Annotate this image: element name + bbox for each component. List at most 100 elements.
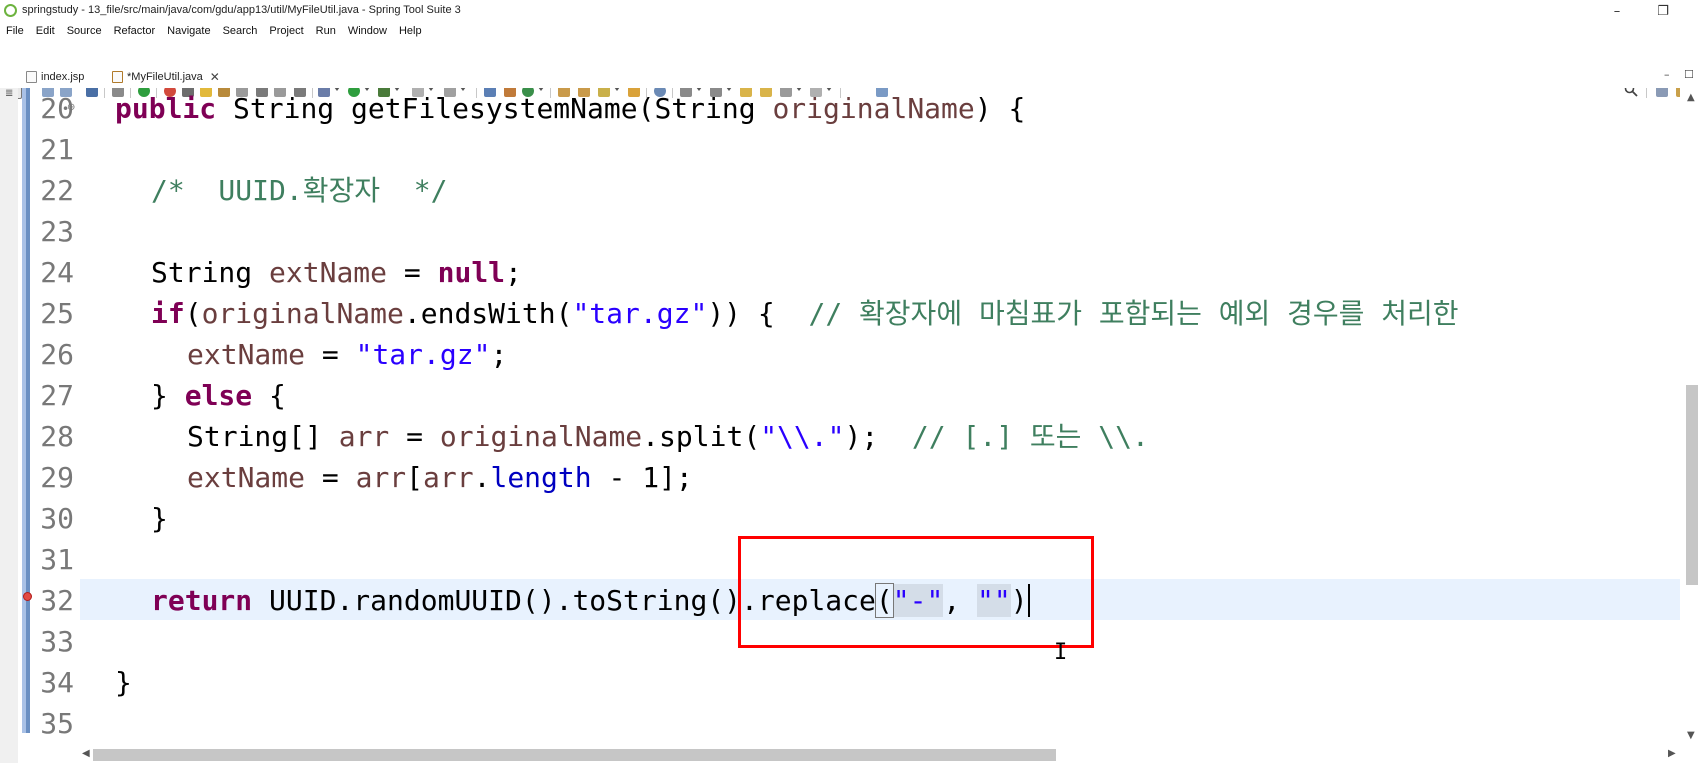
code-text: } [115,666,132,699]
code-text: } [151,502,168,535]
close-icon[interactable]: ✕ [210,70,220,84]
tab-index-jsp[interactable]: index.jsp [26,67,84,86]
line-number: 28 [40,420,74,453]
variable: extName [187,338,306,371]
maximize-editor-icon[interactable]: ☐ [1684,68,1694,81]
window-title-bar: springstudy - 13_file/src/main/java/com/… [0,0,1698,22]
scroll-up-icon[interactable]: ▲ [1687,92,1695,103]
tab-myfileutil-java[interactable]: *MyFileUtil.java ✕ [112,67,220,86]
variable: extName [269,256,388,289]
editor-tab-bar [0,64,1698,88]
code-line-22[interactable]: /* UUID.확장자 */ [151,170,447,211]
code-text: )) { [707,297,809,330]
code-text: = [305,338,356,371]
keyword: public [115,92,217,125]
code-line-27[interactable]: } else { [151,375,286,416]
variable: originalName [439,420,643,453]
code-text: } [151,379,185,412]
variable: extName [187,461,306,494]
menu-source[interactable]: Source [67,25,102,37]
comment: /* UUID.확장자 */ [151,174,448,207]
code-text: ; [505,256,522,289]
line-number: 25 [40,297,74,330]
code-text: ( [184,297,202,330]
code-line-28[interactable]: String[] arr = originalName.split("\\.")… [187,416,1149,457]
red-highlight-box [738,536,1094,648]
outline-view-icon[interactable]: ≣ [5,88,13,99]
code-line-25[interactable]: if(originalName.endsWith("tar.gz")) { //… [151,293,1459,334]
keyword: else [184,379,253,412]
vertical-scrollbar-thumb[interactable] [1686,385,1698,585]
menu-navigate[interactable]: Navigate [167,25,210,37]
error-icon[interactable] [23,592,32,601]
string-literal: "\\." [760,420,845,453]
scroll-left-icon[interactable]: ◀ [82,748,90,759]
code-text: = [305,461,356,494]
code-line-26[interactable]: extName = "tar.gz"; [187,334,507,375]
horizontal-scrollbar-thumb[interactable] [93,749,1056,761]
code-text: String getFilesystemName(String [216,92,773,125]
code-text: { [252,379,286,412]
editor-ruler-stripe [22,88,26,733]
scroll-down-icon[interactable]: ▼ [1687,730,1695,741]
code-line-34[interactable]: } [115,662,132,703]
line-number: 34 [40,666,74,699]
keyword: null [437,256,506,289]
menu-file[interactable]: File [6,25,24,37]
tab-label: index.jsp [41,70,85,83]
code-text: - 1]; [591,461,693,494]
variable: originalName [201,297,404,330]
code-line-29[interactable]: extName = arr[arr.length - 1]; [187,457,693,498]
line-number: 33 [40,625,74,658]
line-number: 35 [40,707,74,740]
comment: // 확장자에 마침표가 포함되는 예외 경우를 처리한 [808,297,1459,330]
code-line-24[interactable]: String extName = null; [151,252,522,293]
menu-bar: File Edit Source Refactor Navigate Searc… [0,22,1698,40]
line-number: 26 [40,338,74,371]
scroll-right-icon[interactable]: ▶ [1668,748,1676,759]
comment: // [.] 또는 \\. [911,420,1149,453]
code-text: String[] [187,420,339,453]
code-text: .endsWith( [403,297,573,330]
menu-help[interactable]: Help [399,25,422,37]
line-number: 21 [40,133,74,166]
parameter: originalName [772,92,975,125]
line-number: 22 [40,174,74,207]
code-text: = [389,420,440,453]
line-number: 32 [40,584,74,617]
line-number: 31 [40,543,74,576]
tab-label: *MyFileUtil.java [127,70,203,83]
code-text: String [151,256,270,289]
window-title: springstudy - 13_file/src/main/java/com/… [22,4,461,16]
line-number: 23 [40,215,74,248]
menu-window[interactable]: Window [348,25,387,37]
minimize-editor-icon[interactable]: – [1664,68,1670,81]
code-line-30[interactable]: } [151,498,168,539]
minimize-icon[interactable]: – [1594,0,1640,22]
code-text: ) { [974,92,1026,125]
line-number: 27 [40,379,74,412]
line-number: 30 [40,502,74,535]
spring-logo-icon [4,4,17,17]
string-literal: "tar.gz" [355,338,491,371]
side-trim: ☰ ≣ [0,64,18,763]
fold-collapse-icon[interactable]: ⊖ [67,102,75,113]
menu-run[interactable]: Run [316,25,336,37]
variable: arr [423,461,474,494]
line-number: 24 [40,256,74,289]
code-line-20[interactable]: public String getFilesystemName(String o… [115,88,1025,129]
menu-project[interactable]: Project [269,25,303,37]
code-text: = [387,256,438,289]
menu-search[interactable]: Search [223,25,258,37]
keyword: return [151,584,253,617]
keyword: if [151,297,185,330]
line-number: 29 [40,461,74,494]
menu-refactor[interactable]: Refactor [114,25,156,37]
restore-icon[interactable]: ❐ [1640,0,1686,22]
ibeam-cursor-icon: I [1054,640,1068,665]
code-text: .split( [642,420,761,453]
code-text: ); [844,420,912,453]
menu-edit[interactable]: Edit [36,25,55,37]
code-text: [ [406,461,424,494]
string-literal: "tar.gz" [572,297,708,330]
